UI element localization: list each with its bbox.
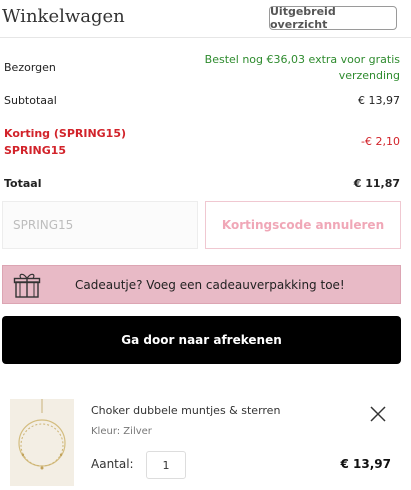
product-thumbnail[interactable] bbox=[10, 399, 74, 486]
subtotal-label: Subtotaal bbox=[4, 94, 57, 107]
shipping-label: Bezorgen bbox=[4, 61, 56, 74]
product-color: Kleur: Zilver bbox=[91, 426, 152, 437]
shipping-note-line2: verzending bbox=[338, 69, 400, 82]
quantity-label: Aantal: bbox=[91, 457, 134, 471]
discount-label-line2: SPRING15 bbox=[4, 144, 67, 157]
shipping-note-line1: Bestel nog €36,03 extra voor gratis bbox=[204, 53, 400, 66]
total-value: € 11,87 bbox=[353, 177, 400, 190]
checkout-button[interactable]: Ga door naar afrekenen bbox=[2, 316, 401, 364]
detailed-overview-button[interactable]: Uitgebreid overzicht bbox=[269, 5, 397, 31]
product-name[interactable]: Choker dubbele muntjes & sterren bbox=[91, 404, 280, 417]
discount-value: -€ 2,10 bbox=[361, 135, 400, 148]
cart-header: Winkelwagen Uitgebreid overzicht bbox=[0, 0, 411, 38]
shipping-note: Bestel nog €36,03 extra voor gratis verz… bbox=[205, 52, 400, 84]
discount-label: Korting (SPRING15) SPRING15 bbox=[4, 125, 126, 159]
item-price: € 13,97 bbox=[340, 457, 391, 471]
subtotal-value: € 13,97 bbox=[358, 94, 400, 107]
cancel-promo-button[interactable]: Kortingscode annuleren bbox=[205, 201, 401, 249]
quantity-input[interactable] bbox=[146, 451, 186, 479]
discount-label-line1: Korting (SPRING15) bbox=[4, 127, 127, 140]
page-title: Winkelwagen bbox=[2, 6, 125, 27]
total-label: Totaal bbox=[4, 177, 42, 190]
gift-wrap-text: Cadeautje? Voeg een cadeauverpakking toe… bbox=[75, 278, 345, 292]
necklace-image bbox=[18, 399, 66, 470]
gift-icon bbox=[13, 271, 41, 303]
promo-code-input[interactable] bbox=[2, 201, 198, 249]
gift-wrap-banner[interactable]: Cadeautje? Voeg een cadeauverpakking toe… bbox=[2, 265, 401, 304]
close-icon[interactable] bbox=[368, 404, 388, 424]
